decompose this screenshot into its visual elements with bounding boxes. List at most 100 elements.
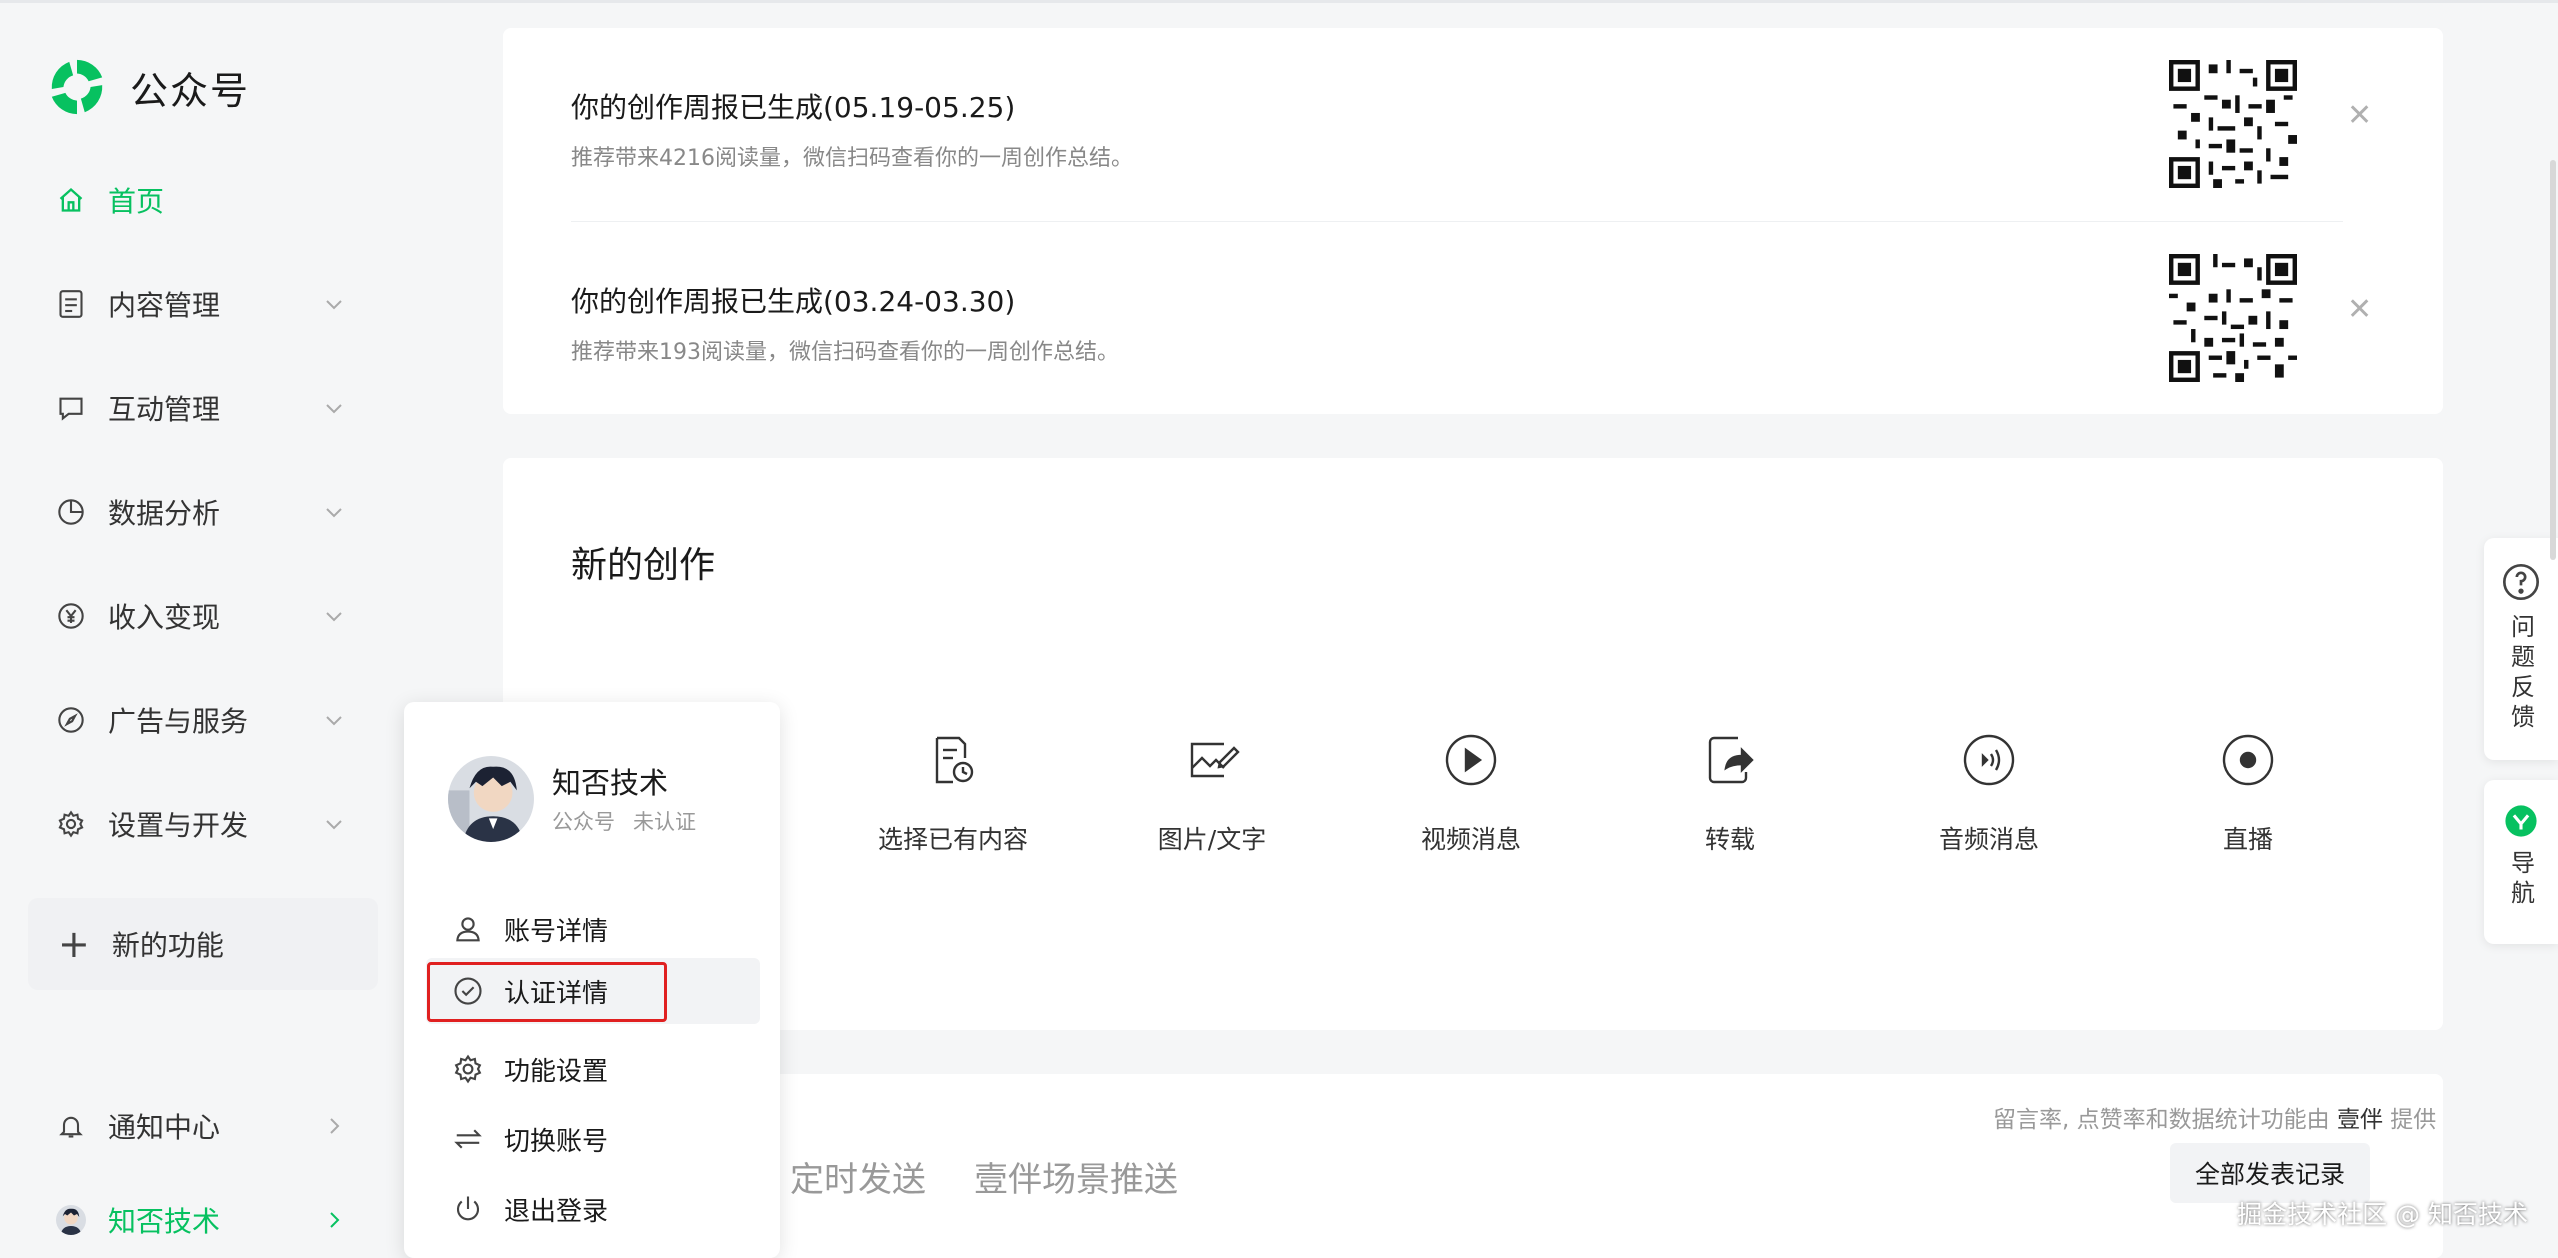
logo[interactable]: 公众号 — [46, 56, 250, 118]
sidebar-item-label: 内容管理 — [108, 289, 221, 322]
new-features-button[interactable]: + 新的功能 — [28, 898, 378, 990]
report-item: 你的创作周报已生成(03.24-03.30) 推荐带来193阅读量，微信扫码查看… — [571, 280, 1119, 366]
play-circle-icon — [1445, 734, 1497, 786]
create-item-label: 转载 — [1704, 825, 1755, 854]
sidebar-item-label: 设置与开发 — [108, 809, 249, 842]
menu-item-label: 账号详情 — [504, 916, 609, 947]
qr-code-icon — [2169, 60, 2297, 188]
create-item-label: 视频消息 — [1420, 825, 1521, 854]
logout-menu-item[interactable]: 退出登录 — [426, 1176, 760, 1242]
audio-wave-icon — [1963, 734, 2015, 786]
chevron-down-icon — [326, 300, 342, 310]
sidebar-item-interaction[interactable]: 互动管理 — [56, 378, 356, 438]
live-icon — [2222, 734, 2274, 786]
select-existing-content-button[interactable]: 选择已有内容 — [843, 732, 1063, 856]
verification-status: 未认证 — [633, 810, 696, 834]
report-title: 你的创作周报已生成(05.19-05.25) — [571, 91, 1016, 124]
sidebar-item-label: 通知中心 — [108, 1111, 221, 1144]
note-suffix: 提供 — [2390, 1107, 2437, 1133]
tab-scheduled-send[interactable]: 定时发送 — [790, 1152, 926, 1201]
report-description: 推荐带来4216阅读量，微信扫码查看你的一周创作总结。 — [571, 146, 1133, 171]
account-meta: 公众号 未认证 — [552, 806, 696, 836]
yiban-logo-icon — [2505, 805, 2537, 837]
new-features-label: 新的功能 — [111, 929, 224, 962]
navigation-label: 导航 — [2506, 850, 2535, 910]
document-icon — [56, 289, 86, 319]
qr-code-icon — [2169, 254, 2297, 382]
note-brand[interactable]: 壹伴 — [2337, 1107, 2383, 1133]
plus-icon: + — [58, 922, 90, 966]
live-button[interactable]: 直播 — [2138, 732, 2358, 856]
check-circle-icon — [452, 975, 484, 1007]
chevron-down-icon — [326, 820, 342, 830]
report-description: 推荐带来193阅读量，微信扫码查看你的一周创作总结。 — [571, 340, 1119, 365]
home-icon — [56, 185, 86, 215]
sidebar-item-label: 首页 — [108, 185, 165, 218]
account-type: 公众号 — [552, 810, 615, 834]
navigation-tab[interactable]: 导航 — [2484, 780, 2558, 944]
menu-item-label: 认证详情 — [504, 978, 609, 1009]
create-item-label: 直播 — [2222, 825, 2273, 854]
chevron-down-icon — [326, 508, 342, 518]
repost-button[interactable]: 转载 — [1620, 732, 1840, 856]
avatar — [56, 1205, 86, 1235]
sidebar-item-home[interactable]: 首页 — [56, 170, 356, 230]
feature-settings-menu-item[interactable]: 功能设置 — [426, 1036, 760, 1102]
menu-item-label: 切换账号 — [504, 1126, 609, 1157]
switch-icon — [452, 1123, 484, 1155]
weekly-report-card: 你的创作周报已生成(05.19-05.25) 推荐带来4216阅读量，微信扫码查… — [503, 28, 2443, 414]
feedback-tab[interactable]: 问题反馈 — [2484, 538, 2558, 760]
avatar — [448, 756, 534, 842]
chevron-down-icon — [326, 716, 342, 726]
gear-icon — [56, 809, 86, 839]
chevron-down-icon — [326, 612, 342, 622]
yen-icon — [56, 601, 86, 631]
video-message-button[interactable]: 视频消息 — [1361, 732, 1581, 856]
wechat-official-logo-icon — [51, 59, 103, 115]
tab-yiban-scene-push[interactable]: 壹伴场景推送 — [974, 1152, 1178, 1201]
chevron-right-icon — [330, 1212, 340, 1228]
document-clock-icon — [935, 736, 974, 784]
sidebar-item-monetization[interactable]: 收入变现 — [56, 586, 356, 646]
stats-provider-note: 留言率, 点赞率和数据统计功能由 壹伴 提供 — [1993, 1100, 2436, 1134]
sidebar-item-label: 数据分析 — [108, 497, 221, 530]
sidebar-item-label: 广告与服务 — [108, 705, 249, 738]
message-icon — [56, 393, 86, 423]
user-icon — [452, 913, 484, 945]
audio-message-button[interactable]: 音频消息 — [1879, 732, 2099, 856]
bell-icon — [56, 1111, 86, 1141]
account-name: 知否技术 — [108, 1205, 221, 1238]
create-item-label: 图片/文字 — [1157, 825, 1267, 854]
compass-icon — [56, 705, 86, 735]
account-details-menu-item[interactable]: 账号详情 — [426, 896, 760, 962]
sidebar-item-notifications[interactable]: 通知中心 — [56, 1096, 356, 1156]
section-title: 新的创作 — [571, 545, 716, 586]
scrollbar-thumb[interactable] — [2550, 160, 2556, 560]
sidebar-item-label: 收入变现 — [108, 601, 221, 634]
create-item-label: 音频消息 — [1938, 825, 2039, 854]
divider — [571, 221, 2343, 222]
sidebar-account[interactable]: 知否技术 — [56, 1190, 356, 1250]
sidebar-item-label: 互动管理 — [108, 393, 221, 426]
all-records-button[interactable]: 全部发表记录 — [2170, 1143, 2370, 1203]
sidebar-item-analytics[interactable]: 数据分析 — [56, 482, 356, 542]
chevron-down-icon — [326, 404, 342, 414]
sidebar-item-settings[interactable]: 设置与开发 — [56, 794, 356, 854]
note-prefix: 留言率, 点赞率和数据统计功能由 — [1993, 1107, 2330, 1133]
switch-account-menu-item[interactable]: 切换账号 — [426, 1106, 760, 1172]
image-text-button[interactable]: 图片/文字 — [1102, 732, 1322, 856]
help-circle-icon — [2503, 564, 2539, 600]
sidebar-item-content[interactable]: 内容管理 — [56, 274, 356, 334]
close-icon[interactable]: ✕ — [2347, 292, 2372, 327]
report-item: 你的创作周报已生成(05.19-05.25) 推荐带来4216阅读量，微信扫码查… — [571, 86, 1133, 172]
gear-icon — [452, 1053, 484, 1085]
sidebar: 公众号 首页 内容管理 互动管理 数据分析 收入变现 广告与服务 设置与开发 +… — [0, 0, 400, 1258]
sidebar-item-ads[interactable]: 广告与服务 — [56, 690, 356, 750]
close-icon[interactable]: ✕ — [2347, 98, 2372, 133]
verification-details-menu-item[interactable]: 认证详情 — [426, 958, 760, 1024]
account-popup-menu: 知否技术 公众号 未认证 账号详情 认证详情 功能设置 切换账号 退出登录 — [404, 702, 780, 1258]
report-title: 你的创作周报已生成(03.24-03.30) — [571, 285, 1016, 318]
image-edit-icon — [1190, 742, 1240, 778]
create-item-label: 选择已有内容 — [877, 825, 1028, 854]
watermark: 掘金技术社区 @ 知否技术 — [2237, 1200, 2528, 1229]
